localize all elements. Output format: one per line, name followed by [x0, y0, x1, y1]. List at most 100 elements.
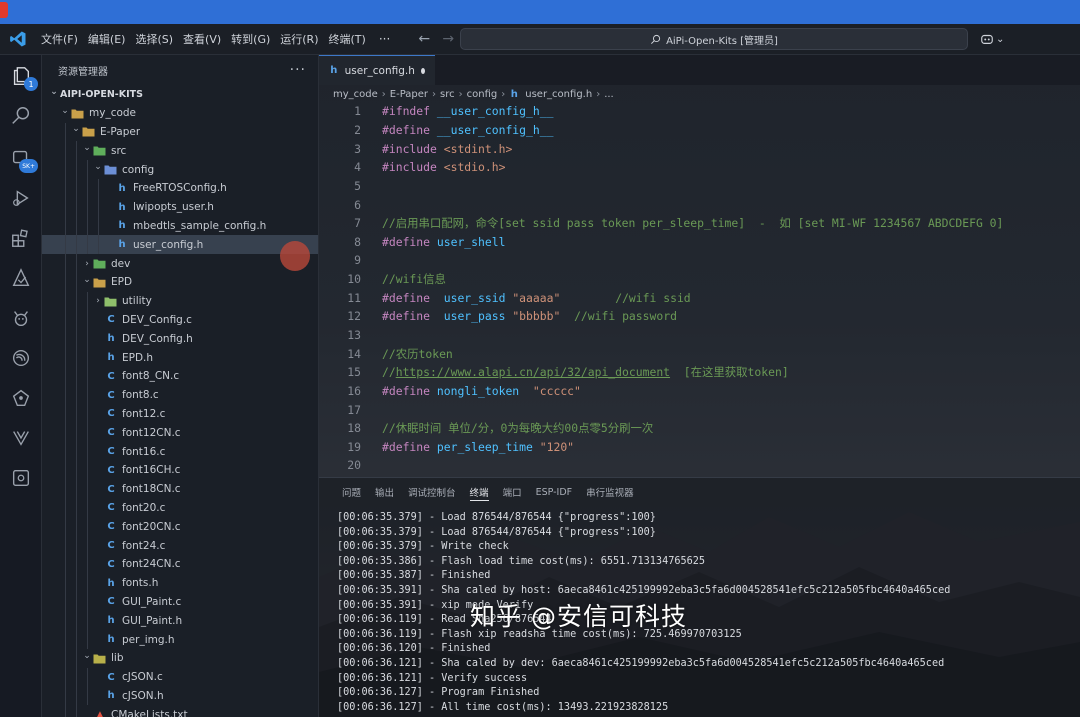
deploy-activity-button[interactable] — [8, 265, 34, 291]
back-arrow-icon[interactable]: ← — [412, 31, 436, 47]
menu-run[interactable]: 运行(R) — [275, 24, 323, 55]
panel-tab[interactable]: 问题 — [335, 478, 368, 506]
tree-folder[interactable]: › dev — [42, 254, 318, 273]
tree-file[interactable]: h EPD.h — [42, 348, 318, 367]
indent-guide — [87, 235, 88, 255]
menu-go[interactable]: 转到(G) — [226, 24, 275, 55]
panel-tab[interactable]: ESP-IDF — [529, 478, 580, 506]
breadcrumb-item[interactable]: user_config.h — [525, 89, 592, 100]
tree-folder[interactable]: ⌄ src — [42, 141, 318, 161]
tree-file[interactable]: CcJSON.c — [42, 667, 318, 687]
indent-guide — [65, 498, 66, 518]
menu-selection[interactable]: 选择(S) — [130, 24, 178, 55]
tree-file[interactable]: ▲ CMakeLists.txt — [42, 705, 318, 717]
code-text: //https://www.alapi.cn/api/32/api_docume… — [361, 364, 789, 380]
tab-user-config-h[interactable]: h user_config.h — [319, 55, 435, 85]
unsaved-dot-icon[interactable] — [420, 67, 425, 74]
sdk-activity-button[interactable]: SK+ — [8, 145, 38, 173]
menu-more-button[interactable]: ··· — [371, 32, 398, 46]
breadcrumb-item[interactable]: E-Paper — [390, 89, 428, 100]
tree-folder[interactable]: ⌄ E-Paper — [42, 122, 318, 142]
tree-item-label: CMakeLists.txt — [111, 708, 188, 717]
tree-file[interactable]: h DEV_Config.h — [42, 329, 318, 349]
indent-guide — [65, 479, 66, 499]
tree-item-label: DEV_Config.h — [122, 332, 193, 345]
code-token[interactable]: https://www.alapi.cn/api/32/api_document — [396, 365, 670, 379]
indent-guide — [87, 160, 88, 179]
tree-file[interactable]: Cfont24.c — [42, 536, 318, 555]
panel-tab[interactable]: 端口 — [496, 478, 529, 506]
explorer-more-button[interactable]: ··· — [290, 62, 306, 78]
tree-file[interactable]: C GUI_Paint.c — [42, 592, 318, 612]
breadcrumb-item[interactable]: ... — [604, 89, 614, 100]
tree-file[interactable]: Cfont16CH.c — [42, 460, 318, 480]
command-center-search[interactable]: AiPi-Open-Kits [管理员] — [460, 28, 968, 50]
xrs-activity-button[interactable] — [8, 425, 34, 451]
tree-item-label: EPD — [111, 276, 133, 289]
tree-file[interactable]: Cfont20.c — [42, 498, 318, 518]
menu-terminal[interactable]: 终端(T) — [324, 24, 371, 55]
tree-file[interactable]: Cfont12.c — [42, 404, 318, 424]
panel-tab[interactable]: 终端 — [463, 478, 496, 506]
tree-file[interactable]: h mbedtls_sample_config.h — [42, 216, 318, 236]
tree-folder[interactable]: ⌄ EPD — [42, 272, 318, 292]
tree-folder[interactable]: ⌄ AIPI-OPEN-KITS — [42, 85, 318, 104]
chevron-down-icon: ⌄ — [83, 274, 91, 285]
copilot-icon — [981, 34, 993, 44]
search-activity-button[interactable] — [8, 103, 34, 129]
tree-file[interactable]: h cJSON.h — [42, 686, 318, 706]
run-debug-activity-button[interactable] — [8, 185, 34, 211]
tree-file[interactable]: h fonts.h — [42, 573, 318, 593]
menu-view[interactable]: 查看(V) — [178, 24, 226, 55]
tree-item-label: font8.c — [122, 389, 159, 402]
breadcrumb-item[interactable]: my_code — [333, 89, 378, 100]
tree-folder[interactable]: ⌄ config — [42, 160, 318, 179]
tree-folder[interactable]: ⌄ lib — [42, 648, 318, 668]
indent-guide — [87, 329, 88, 349]
tree-folder[interactable]: ⌄ my_code — [42, 104, 318, 123]
extensions-activity-button[interactable] — [8, 225, 34, 251]
tree-file[interactable]: Cfont24CN.c — [42, 554, 318, 574]
azure-activity-button[interactable] — [8, 385, 34, 411]
tree-file[interactable]: Cfont20CN.c — [42, 517, 318, 537]
indent-guide — [76, 648, 77, 668]
breadcrumb-item[interactable]: config — [467, 89, 498, 100]
tree-file[interactable]: Cfont16.c — [42, 442, 318, 461]
panel-tab[interactable]: 串行监视器 — [579, 478, 641, 506]
copilot-menu-button[interactable]: ⌄ — [980, 32, 1004, 46]
tree-file[interactable]: h user_config.h — [42, 235, 318, 255]
tree-file[interactable]: Cfont18CN.c — [42, 479, 318, 499]
menu-file[interactable]: 文件(F) — [36, 24, 83, 55]
c-header-file-icon: h — [510, 88, 518, 100]
forward-arrow-icon[interactable]: → — [436, 31, 460, 47]
tree-item-label: cJSON.h — [122, 689, 164, 702]
menu-edit[interactable]: 编辑(E) — [83, 24, 131, 55]
tree-file[interactable]: Cfont8.c — [42, 385, 318, 405]
indent-guide — [65, 536, 66, 555]
esp-idf-activity-button[interactable] — [8, 345, 34, 371]
tree-file[interactable]: h lwipopts_user.h — [42, 197, 318, 217]
tree-file[interactable]: h FreeRTOSConfig.h — [42, 178, 318, 198]
tree-file[interactable]: h per_img.h — [42, 630, 318, 649]
indent-guide — [87, 573, 88, 593]
tree-folder[interactable]: › utility — [42, 291, 318, 311]
tree-file[interactable]: C DEV_Config.c — [42, 310, 318, 330]
code-token: user_ssid — [443, 290, 506, 305]
tree-file[interactable]: Cfont12CN.c — [42, 423, 318, 443]
code-token: #define — [382, 122, 431, 137]
code-editor[interactable]: 1 #ifndef __user_config_h__ 2 #define __use… — [319, 102, 1080, 482]
terminal-line: [00:06:36.121] - Sha caled by dev: 6aeca… — [337, 657, 945, 669]
remote-explorer-activity-button[interactable] — [8, 465, 34, 491]
panel-tab[interactable]: 输出 — [368, 478, 401, 506]
bug-activity-button[interactable] — [8, 305, 34, 331]
panel-tabs: 问题 输出 调试控制台 终端 端口 ESP-IDF 串行监视器 — [319, 478, 1080, 506]
tree-file[interactable]: Cfont8_CN.c — [42, 366, 318, 386]
panel-tab[interactable]: 调试控制台 — [401, 478, 463, 506]
terminal-output[interactable]: [00:06:35.379] - Load 876544/876544 {"pr… — [319, 506, 1080, 716]
tree-file[interactable]: h GUI_Paint.h — [42, 611, 318, 631]
breadcrumb-item[interactable]: src — [440, 89, 455, 100]
explorer-activity-button[interactable]: 1 — [8, 63, 38, 91]
indent-guide — [76, 235, 77, 255]
line-number: 19 — [347, 439, 361, 454]
